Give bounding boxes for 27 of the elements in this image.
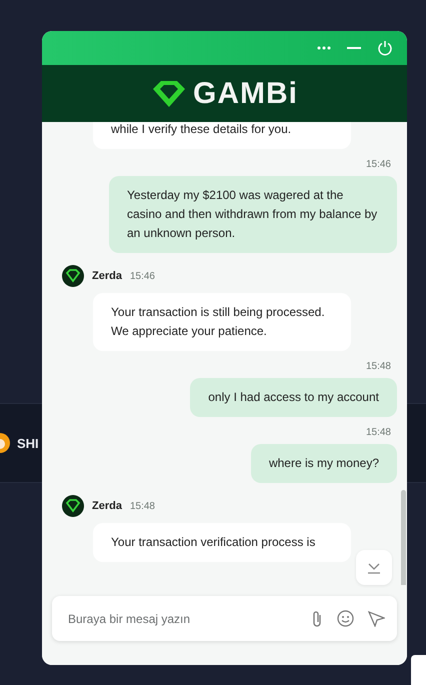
message-time: 15:48 xyxy=(366,361,391,372)
message-time: 15:46 xyxy=(130,270,155,282)
sender-name: Zerda xyxy=(92,500,122,512)
message-field[interactable]: Buraya bir mesaj yazın xyxy=(66,610,297,626)
agent-message: Your transaction is still being processed. We appreciate your patience. xyxy=(93,293,351,351)
send-icon[interactable] xyxy=(368,610,385,626)
message-time: 15:48 xyxy=(130,500,155,512)
user-message: where is my money? xyxy=(250,444,397,483)
user-message: Yesterday my $2100 was wagered at the casino and then withdrawn from my balance by an unknown person. xyxy=(109,176,397,253)
user-message: only I had access to my account xyxy=(190,378,397,417)
agent-message: while I verify these details for you. xyxy=(93,122,351,149)
logo-icon xyxy=(151,80,187,108)
emoji-icon[interactable] xyxy=(337,610,354,627)
scroll-down-button[interactable] xyxy=(356,550,392,585)
ticker-symbol: SHI xyxy=(17,436,39,450)
avatar-icon xyxy=(62,265,84,287)
avatar-icon xyxy=(62,495,84,517)
download-icon xyxy=(367,562,381,574)
more-icon[interactable] xyxy=(317,46,331,50)
coin-icon xyxy=(0,432,11,454)
message-time: 15:48 xyxy=(366,427,391,438)
power-icon[interactable] xyxy=(377,40,393,56)
paperclip-icon[interactable] xyxy=(311,610,323,628)
message-time: 15:46 xyxy=(366,159,391,170)
agent-message: Your transaction verification process is xyxy=(93,523,351,562)
sender-name: Zerda xyxy=(92,270,122,282)
brand-logo: GAMBi xyxy=(193,76,298,110)
